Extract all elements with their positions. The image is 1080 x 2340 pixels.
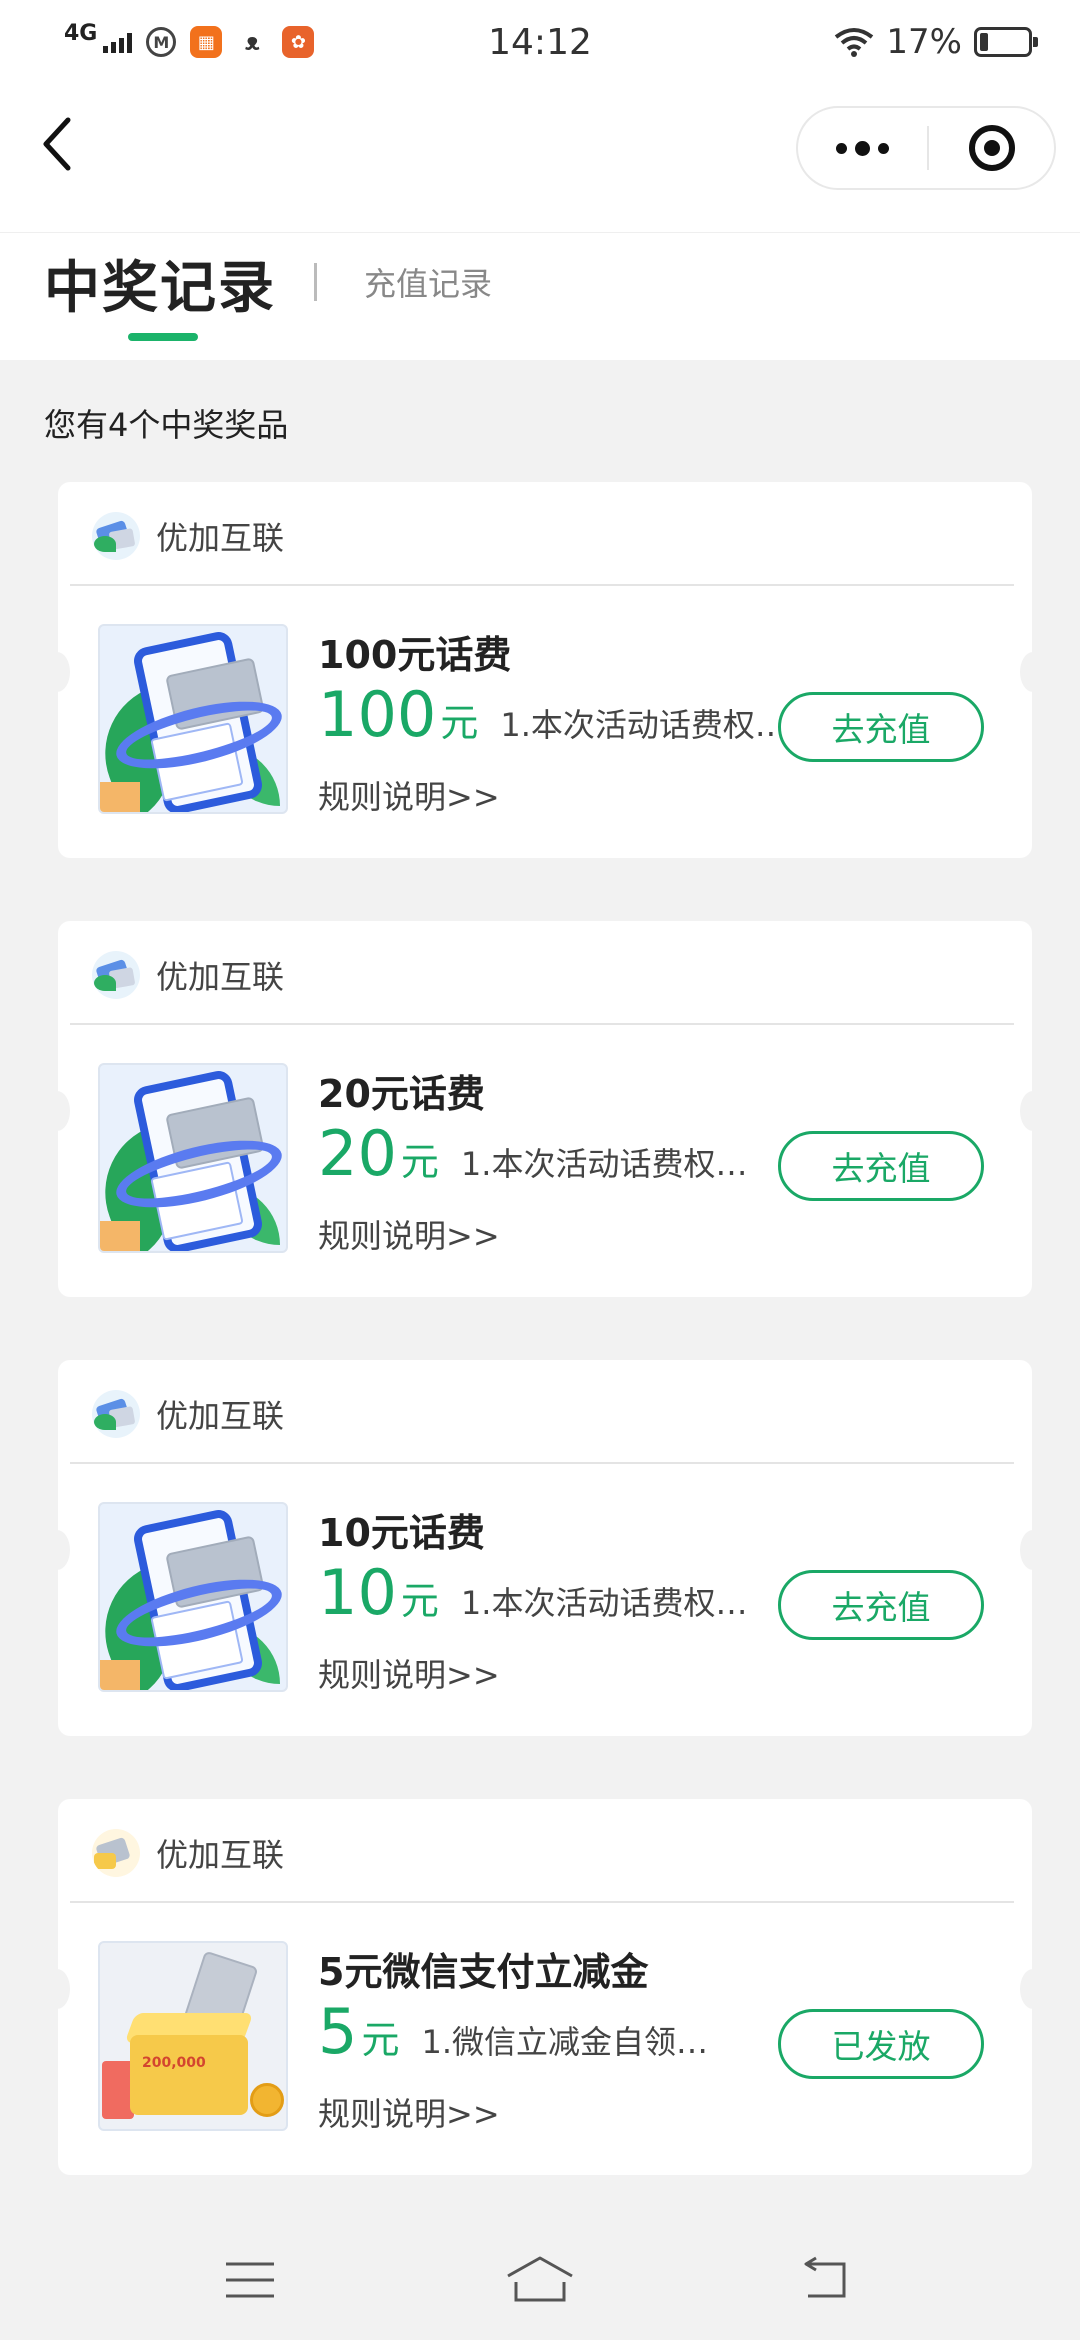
prize-title: 20元话费 xyxy=(318,1072,485,1116)
rules-link[interactable]: 规则说明>> xyxy=(318,1650,500,1696)
more-button[interactable] xyxy=(798,108,927,188)
recharge-button[interactable]: 去充值 xyxy=(778,1131,984,1201)
home-icon xyxy=(507,2256,573,2302)
target-close-icon xyxy=(968,125,1015,171)
merchant-logo-icon xyxy=(92,1390,140,1438)
prize-card: 优加互联 200,000 5元微信支付立减金 5 元 1.微信立减金自领… 规则… xyxy=(44,1799,1046,2175)
prize-amount-number: 100 xyxy=(318,678,437,751)
card-divider xyxy=(70,584,1014,586)
close-mini-program-button[interactable] xyxy=(929,108,1054,188)
prize-amount: 5 元 1.微信立减金自领… xyxy=(318,2001,708,2064)
prize-amount-unit: 元 xyxy=(440,701,479,745)
phone-bill-image xyxy=(98,624,288,814)
battery-fill xyxy=(980,33,988,51)
prize-description: 1.本次活动话费权… xyxy=(460,1145,748,1183)
recharge-button[interactable]: 去充值 xyxy=(778,692,984,762)
back-button[interactable] xyxy=(28,114,88,174)
prize-amount-number: 20 xyxy=(318,1117,397,1190)
prize-title: 10元话费 xyxy=(318,1511,485,1555)
issued-button[interactable]: 已发放 xyxy=(778,2009,984,2079)
recharge-button[interactable]: 去充值 xyxy=(778,1570,984,1640)
merchant-name: 优加互联 xyxy=(156,1397,285,1435)
wifi-icon xyxy=(835,28,874,57)
tab-prize-records[interactable]: 中奖记录 xyxy=(44,243,276,324)
merchant-logo-icon xyxy=(92,512,140,560)
wechat-coupon-image: 200,000 xyxy=(98,1941,288,2131)
prize-amount-number: 5 xyxy=(318,1995,358,2068)
prize-amount: 20 元 1.本次活动话费权… xyxy=(318,1123,747,1186)
more-dot-icon xyxy=(836,142,847,154)
orange-app-icon: ▦ xyxy=(190,26,223,58)
colorful-app-icon: ✿ xyxy=(282,26,315,58)
card-header: 优加互联 xyxy=(92,1386,284,1442)
system-navigation-bar xyxy=(0,2220,1080,2340)
prize-amount-unit: 元 xyxy=(400,1579,439,1623)
prize-amount-unit: 元 xyxy=(400,1140,439,1184)
prize-amount-unit: 元 xyxy=(361,2018,400,2062)
merchant-name: 优加互联 xyxy=(156,958,285,996)
status-bar: 4G M ▦ ᴥ ✿ 14:12 17% xyxy=(0,0,1080,84)
signal-icon xyxy=(103,31,133,53)
prize-count-summary: 您有4个中奖奖品 xyxy=(44,406,289,444)
menu-button[interactable] xyxy=(214,2244,286,2316)
return-icon xyxy=(804,2256,846,2298)
rules-link[interactable]: 规则说明>> xyxy=(318,1211,500,1257)
more-dot-icon xyxy=(855,140,870,156)
coupon-image-label: 200,000 xyxy=(142,2055,206,2071)
prize-card: 优加互联 100元话费 100 元 1.本次活动话费权… 规则说明>> 去充值 xyxy=(44,482,1046,858)
prize-description: 1.微信立减金自领… xyxy=(421,2023,709,2061)
home-button[interactable] xyxy=(504,2244,576,2316)
prize-amount-number: 10 xyxy=(318,1556,397,1629)
phone-bill-image xyxy=(98,1063,288,1253)
mini-program-capsule xyxy=(796,106,1056,190)
prize-card: 优加互联 20元话费 20 元 1.本次活动话费权… 规则说明>> 去充值 xyxy=(44,921,1046,1297)
status-right: 17% xyxy=(834,22,1038,62)
tab-separator xyxy=(314,263,317,301)
back-system-button[interactable] xyxy=(788,2244,860,2316)
prize-description: 1.本次活动话费权… xyxy=(460,1584,748,1622)
more-dot-icon xyxy=(878,142,889,154)
status-left: 4G M ▦ ᴥ ✿ xyxy=(64,21,834,58)
card-header: 优加互联 xyxy=(92,508,284,564)
battery-percent: 17% xyxy=(886,22,962,62)
network-type: 4G xyxy=(64,21,98,46)
rules-link[interactable]: 规则说明>> xyxy=(318,2089,500,2135)
card-divider xyxy=(70,1901,1014,1903)
merchant-logo-icon xyxy=(92,1829,140,1877)
prize-amount: 10 元 1.本次活动话费权… xyxy=(318,1562,747,1625)
prize-description: 1.本次活动话费权… xyxy=(500,706,787,744)
tab-active-indicator xyxy=(128,333,198,341)
card-divider xyxy=(70,1023,1014,1025)
nav-bar xyxy=(0,84,1080,232)
card-divider xyxy=(70,1462,1014,1464)
record-tabs: 中奖记录 充值记录 xyxy=(0,232,1080,360)
prize-title: 5元微信支付立减金 xyxy=(318,1950,649,1994)
prize-title: 100元话费 xyxy=(318,633,512,677)
menu-icon xyxy=(226,2262,274,2298)
back-arrow-icon xyxy=(43,117,71,171)
merchant-logo-icon xyxy=(92,951,140,999)
metro-icon: M xyxy=(146,27,177,57)
cat-app-icon: ᴥ xyxy=(236,26,269,58)
phone-bill-image xyxy=(98,1502,288,1692)
tab-recharge-records[interactable]: 充值记录 xyxy=(364,259,492,305)
merchant-name: 优加互联 xyxy=(156,519,285,557)
prize-card: 优加互联 10元话费 10 元 1.本次活动话费权… 规则说明>> 去充值 xyxy=(44,1360,1046,1736)
rules-link[interactable]: 规则说明>> xyxy=(318,772,500,818)
card-header: 优加互联 xyxy=(92,1825,284,1881)
card-header: 优加互联 xyxy=(92,947,284,1003)
prize-amount: 100 元 1.本次活动话费权… xyxy=(318,684,787,747)
battery-icon xyxy=(974,27,1038,57)
merchant-name: 优加互联 xyxy=(156,1836,285,1874)
